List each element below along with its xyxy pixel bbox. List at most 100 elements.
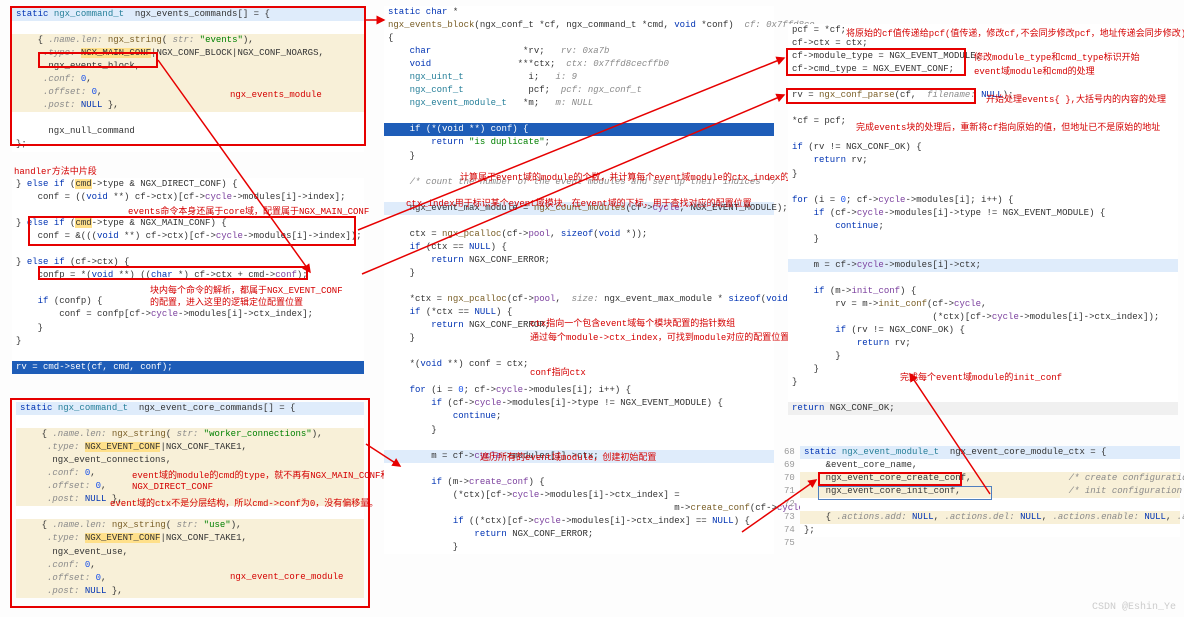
code-panel-events-commands: static ngx_command_t ngx_events_commands… [12,8,364,152]
note-events-module: ngx_events_module [230,90,322,100]
code-line: char *rv; rv: 0xa7b [384,45,774,58]
note-findmod: 通过每个module->ctx_index，可找到module对应的配置位置 [530,330,789,343]
watermark: CSDN @Eshin_Ye [1092,602,1176,613]
code-line: ctx = ngx_pcalloc(cf->pool, sizeof(void … [384,228,774,241]
code-line: ngx_null_command [12,125,364,138]
code-line: *ctx = ngx_pcalloc(cf->pool, size: ngx_e… [384,293,774,306]
code-line: return rv; [788,154,1178,167]
code-line: { .name.len: ngx_string( str: "use"), [16,519,364,532]
code-line: } [788,350,1178,363]
note-count: 计算属于event域的module的个数，并计算每个event域module的c… [460,170,807,183]
code-line: if (ctx == NULL) { [384,241,774,254]
note-restore: 完成events块的处理后，重新将cf指向原始的值，但地址已不是原始的地址 [856,120,1160,133]
code-line: (*ctx)[cf->cycle->modules[i]->ctx_index]… [384,489,774,502]
code-line: } [788,168,1178,181]
code-line: static char * [384,6,774,19]
code-line: { .name.len: ngx_string( str: "events"), [12,34,364,47]
code-line: } [384,267,774,280]
code-line: ngx_event_core_init_conf, /* init config… [800,485,1180,498]
code-line: if (m->create_conf) { [384,476,774,489]
code-line [384,215,774,228]
code-line: }; [12,138,364,151]
code-line: } [384,150,774,163]
code-line: } [12,322,364,335]
code-line: void ***ctx; ctx: 0x7ffd8cecffb0 [384,58,774,71]
code-line: conf = &(((void **) cf->ctx)[cf->cycle->… [12,230,364,243]
code-line [788,181,1178,194]
note-ctxidx: ctx_index用于标识某个event域模块，在event域的下标，用于查找对… [406,196,752,209]
code-line [384,345,774,358]
note-ctxptr: ctx指向一个包含event域每个模块配置的指针数组 [530,316,735,329]
code-line: if (*(void **) conf) { [384,123,774,136]
code-line [788,389,1178,402]
code-line: static ngx_event_module_t ngx_event_core… [800,446,1180,459]
code-line: m->create_conf(cf->cycle); [384,502,774,515]
code-line: { .name.len: ngx_string( str: "worker_co… [16,428,364,441]
code-line: if (cf->cycle->modules[i]->type != NGX_E… [384,397,774,410]
note-iterate: 遍历所有的event域module，创建初始配置 [480,450,656,463]
code-line: for (i = 0; cf->cycle->modules[i]; i++) … [384,384,774,397]
code-line: conf = confp[cf->cycle->modules[i]->ctx_… [12,308,364,321]
title-handler: handler方法中片段 [14,164,97,177]
code-line: .type: NGX_EVENT_CONF|NGX_CONF_TAKE1, [16,532,364,545]
code-line: if ((*ctx)[cf->cycle->modules[i]->ctx_in… [384,515,774,528]
code-line: continue; [384,410,774,423]
code-line: ngx_event_connections, [16,454,364,467]
code-line [788,246,1178,259]
code-line: for (i = 0; cf->cycle->modules[i]; i++) … [788,194,1178,207]
code-line: return "is duplicate"; [384,136,774,149]
code-line: .type: NGX_EVENT_CONF|NGX_CONF_TAKE1, [16,441,364,454]
code-line: } [384,541,774,554]
code-line: if (rv != NGX_CONF_OK) { [788,141,1178,154]
code-line [12,112,364,125]
note-initconf: 完成每个event域module的init_conf [900,370,1062,383]
code-line: (*ctx)[cf->cycle->modules[i]->ctx_index]… [788,311,1178,324]
code-line: confp = *(void **) ((char *) cf->ctx + c… [12,269,364,282]
code-line: rv = cmd->set(cf, cmd, conf); [12,361,364,374]
code-line [384,110,774,123]
code-line: if (m->init_conf) { [788,285,1178,298]
code-line: m = cf->cycle->modules[i]->ctx; [788,259,1178,272]
code-line: } else if (cmd->type & NGX_MAIN_CONF) { [12,217,364,230]
code-line [788,272,1178,285]
code-line: { [384,32,774,45]
note-events-core: events命令本身还属于core域，配置属于NGX_MAIN_CONF [128,204,369,217]
code-line [12,21,364,34]
code-line: return NGX_CONF_OK; [788,402,1178,415]
code-line: return NGX_CONF_ERROR; [384,528,774,541]
code-line: } [788,233,1178,246]
code-line: return NGX_CONF_ERROR; [384,254,774,267]
code-line: if (rv != NGX_CONF_OK) { [788,324,1178,337]
code-line: conf = ((void **) cf->ctx)[cf->cycle->mo… [12,191,364,204]
code-line: .post: NULL }, [12,99,364,112]
code-line: ngx_events_block(ngx_conf_t *cf, ngx_com… [384,19,774,32]
note-cmdtype: event域module和cmd的处理 [974,64,1095,77]
line-numbers: 6869707172737475 [784,446,795,550]
code-line: static ngx_command_t ngx_event_core_comm… [16,402,364,415]
code-line: } else if (cmd->type & NGX_DIRECT_CONF) … [12,178,364,191]
code-line: .conf: 0, [12,73,364,86]
code-line [16,415,364,428]
code-line: } [12,335,364,348]
code-line: ngx_uint_t i; i: 9 [384,71,774,84]
code-line: .post: NULL }, [16,585,364,598]
note-parse: 开始处理events{ },大括号内的内容的处理 [986,92,1166,105]
code-line: continue; [788,220,1178,233]
code-line: { .actions.add: NULL, .actions.del: NULL… [800,511,1180,524]
code-line: ngx_events_block, [12,60,364,73]
note-confctx: conf指向ctx [530,365,586,378]
code-line [788,76,1178,89]
note-core-module: ngx_event_core_module [230,572,343,582]
code-panel-module-ctx: 6869707172737475 static ngx_event_module… [800,446,1180,537]
note-direct-conf: NGX_DIRECT_CONF [132,482,213,492]
code-line: } else if (cf->ctx) { [12,256,364,269]
code-panel-right: pcf = *cf; cf->ctx = ctx; cf->module_typ… [788,24,1178,415]
code-line [12,348,364,361]
code-panel-events-block: static char * ngx_events_block(ngx_conf_… [384,6,774,554]
code-line: if (cf->cycle->modules[i]->type != NGX_E… [788,207,1178,220]
code-line: .conf: 0, [16,559,364,572]
note-modtype: 修改module_type和cmd_type标识开始 [974,50,1140,63]
code-line: return rv; [788,337,1178,350]
code-line: ngx_conf_t pcf; pcf: ngx_conf_t [384,84,774,97]
code-line: .type: NGX_MAIN_CONF|NGX_CONF_BLOCK|NGX_… [12,47,364,60]
